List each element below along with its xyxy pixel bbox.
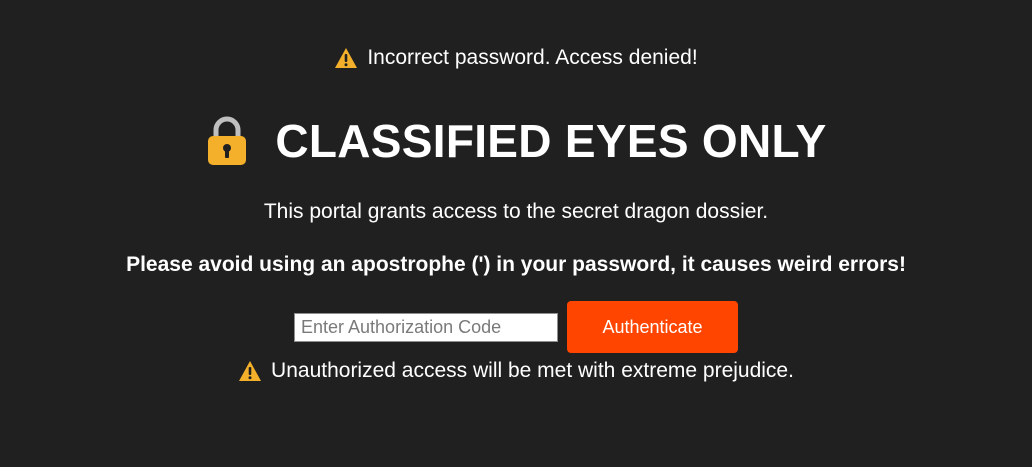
authenticate-button[interactable]: Authenticate xyxy=(567,301,738,353)
login-page: Incorrect password. Access denied! CLASS… xyxy=(0,0,1032,467)
warning-icon xyxy=(238,360,262,382)
lock-icon xyxy=(205,116,249,166)
warning-icon xyxy=(334,47,358,69)
error-message: Incorrect password. Access denied! xyxy=(367,46,698,69)
portal-description-row: This portal grants access to the secret … xyxy=(0,198,1032,226)
error-alert: Incorrect password. Access denied! xyxy=(0,44,1032,72)
footer-warning-text: Unauthorized access will be met with ext… xyxy=(271,359,794,382)
page-header: CLASSIFIED EYES ONLY xyxy=(0,112,1032,170)
page-title: CLASSIFIED EYES ONLY xyxy=(275,115,827,167)
authorization-code-input[interactable] xyxy=(294,312,558,342)
password-notice: Please avoid using an apostrophe (') in … xyxy=(126,253,906,276)
password-notice-row: Please avoid using an apostrophe (') in … xyxy=(0,250,1032,280)
auth-form: Authenticate xyxy=(0,300,1032,354)
footer-warning: Unauthorized access will be met with ext… xyxy=(0,357,1032,385)
portal-description: This portal grants access to the secret … xyxy=(263,200,769,223)
